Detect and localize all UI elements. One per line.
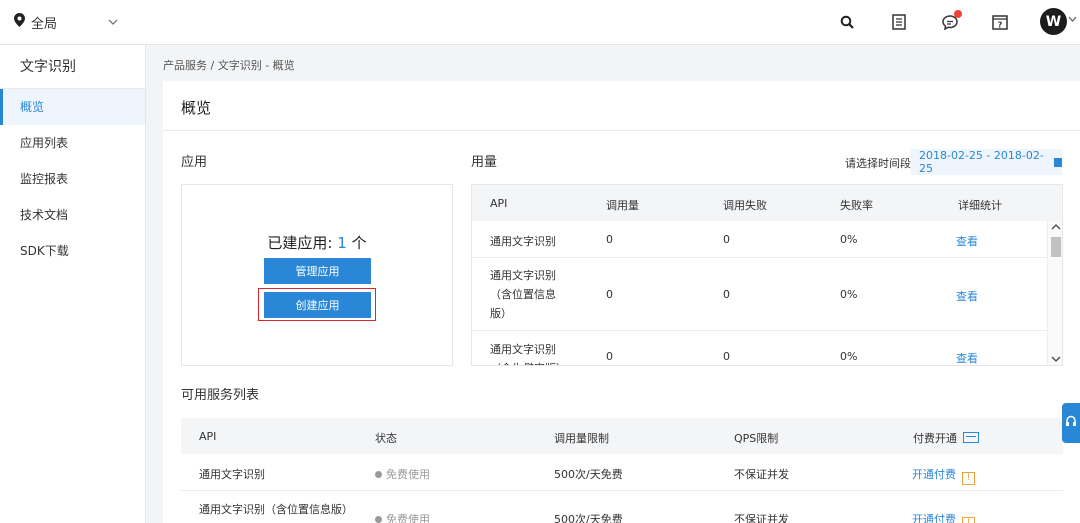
- avatar-chevron-down-icon[interactable]: [1068, 15, 1077, 26]
- avatar[interactable]: W: [1040, 8, 1067, 35]
- breadcrumb: 产品服务 / 文字识别 - 概览: [163, 59, 295, 72]
- sidebar: 文字识别 概览 应用列表 监控报表 技术文档 SDK下载: [0, 45, 146, 523]
- sidebar-item-tech-docs[interactable]: 技术文档: [0, 197, 145, 233]
- services-section-title: 可用服务列表: [181, 388, 260, 403]
- date-range-value: 2018-02-25 - 2018-02-25: [919, 149, 1044, 175]
- enable-payment-link[interactable]: 开通付费: [912, 468, 956, 481]
- service-row-api: 通用文字识别: [199, 468, 265, 481]
- usage-row-rate: 0%: [840, 288, 858, 301]
- service-row-pay: 开通付费!: [912, 511, 975, 523]
- services-col-status: 状态: [375, 432, 397, 445]
- payment-card-icon: [963, 432, 979, 443]
- usage-row-failed: 0: [723, 288, 730, 301]
- status-dot-icon: [375, 471, 382, 478]
- sidebar-item-overview[interactable]: 概览: [0, 89, 145, 125]
- services-table-header: API 状态 调用量限制 QPS限制 付费开通: [181, 418, 1063, 454]
- avatar-letter: W: [1045, 13, 1062, 30]
- usage-row-failed: 0: [723, 350, 730, 363]
- warning-icon[interactable]: !: [962, 517, 975, 523]
- services-col-limit: 调用量限制: [554, 432, 609, 445]
- date-range-label: 请选择时间段: [845, 157, 911, 170]
- usage-view-link[interactable]: 查看: [956, 350, 978, 365]
- apps-section-title: 应用: [181, 155, 208, 170]
- usage-view-link[interactable]: 查看: [956, 288, 978, 304]
- enable-payment-link[interactable]: 开通付费: [912, 513, 956, 523]
- service-row-status-text: 免费使用: [386, 513, 430, 523]
- search-icon[interactable]: [838, 13, 856, 31]
- usage-row-failed: 0: [723, 233, 730, 246]
- scroll-up-icon[interactable]: [1051, 223, 1061, 234]
- service-row-status-text: 免费使用: [386, 468, 430, 481]
- usage-row: 通用文字识别（含生僻字版） 0 0 0% 查看: [472, 331, 1047, 365]
- customer-service-tab[interactable]: [1062, 403, 1080, 443]
- usage-col-detail: 详细统计: [958, 199, 1002, 212]
- region-selector[interactable]: 全局: [14, 12, 124, 32]
- scroll-down-icon[interactable]: [1051, 355, 1061, 365]
- apps-panel: 已建应用: 1 个 管理应用 创建应用: [181, 184, 453, 366]
- service-row-status: 免费使用: [375, 466, 430, 482]
- usage-row-calls: 0: [606, 350, 613, 363]
- usage-scrollbar[interactable]: [1047, 221, 1062, 365]
- usage-table: API 调用量 调用失败 失败率 详细统计 通用文字识别 0 0 0% 查看 通…: [471, 184, 1063, 366]
- page-title: 概览: [181, 99, 212, 117]
- date-range-picker[interactable]: 2018-02-25 - 2018-02-25: [911, 149, 1062, 175]
- top-bar: 全局 ? W: [0, 0, 1080, 45]
- region-label: 全局: [31, 16, 58, 32]
- sidebar-item-sdk-download[interactable]: SDK下载: [0, 233, 145, 269]
- usage-row-api: 通用文字识别（含位置信息版）: [490, 269, 556, 320]
- app-count-suffix: 个: [346, 234, 367, 252]
- usage-row-calls: 0: [606, 233, 613, 246]
- usage-row: 通用文字识别 0 0 0% 查看: [472, 221, 1047, 258]
- location-pin-icon: [14, 13, 25, 31]
- divider: [163, 130, 1080, 131]
- services-col-qps: QPS限制: [734, 432, 779, 445]
- app-count-prefix: 已建应用:: [267, 234, 338, 252]
- services-col-api: API: [199, 430, 217, 443]
- service-row: 通用文字识别 免费使用 500次/天免费 不保证并发 开通付费!: [181, 454, 1063, 491]
- service-row-limit: 500次/天免费: [554, 468, 623, 481]
- usage-col-rate: 失败率: [840, 199, 873, 212]
- sidebar-title: 文字识别: [0, 45, 145, 89]
- scrollbar-thumb[interactable]: [1051, 237, 1061, 257]
- service-row-limit: 500次/天免费: [554, 513, 623, 523]
- service-row: 通用文字识别（含位置信息版） 免费使用 500次/天免费 不保证并发 开通付费!: [181, 491, 1063, 523]
- service-row-api: 通用文字识别（含位置信息版）: [199, 503, 353, 516]
- warning-icon[interactable]: !: [962, 472, 975, 485]
- chevron-down-icon: [108, 12, 118, 35]
- service-row-qps: 不保证并发: [734, 513, 789, 523]
- headset-icon: [1065, 414, 1077, 433]
- usage-row-api: 通用文字识别（含生僻字版）: [490, 343, 567, 365]
- usage-row-rate: 0%: [840, 233, 858, 246]
- manage-apps-button[interactable]: 管理应用: [264, 258, 371, 284]
- document-icon[interactable]: [890, 13, 908, 31]
- notification-dot: [954, 10, 962, 18]
- help-icon[interactable]: ?: [991, 13, 1009, 31]
- service-row-status: 免费使用: [375, 511, 430, 523]
- service-row-pay: 开通付费!: [912, 466, 975, 485]
- app-count-number: 1: [337, 234, 347, 252]
- usage-col-failed: 调用失败: [723, 199, 767, 212]
- service-row-qps: 不保证并发: [734, 468, 789, 481]
- usage-col-calls: 调用量: [606, 199, 639, 212]
- status-dot-icon: [375, 516, 382, 523]
- app-count-text: 已建应用: 1 个: [182, 232, 452, 253]
- overview-card: 概览 应用 已建应用: 1 个 管理应用 创建应用 用量 请选择时间段 2018…: [163, 81, 1080, 523]
- usage-section-title: 用量: [471, 155, 498, 170]
- usage-table-header: API 调用量 调用失败 失败率 详细统计: [472, 185, 1062, 221]
- services-col-pay: 付费开通: [913, 430, 979, 446]
- svg-text:?: ?: [998, 21, 1003, 30]
- usage-col-api: API: [490, 197, 508, 210]
- usage-row: 通用文字识别（含位置信息版） 0 0 0% 查看: [472, 258, 1047, 331]
- usage-row-calls: 0: [606, 288, 613, 301]
- usage-view-link[interactable]: 查看: [956, 233, 978, 249]
- usage-row-api: 通用文字识别: [490, 235, 556, 248]
- create-app-button[interactable]: 创建应用: [264, 292, 371, 318]
- services-col-pay-label: 付费开通: [913, 432, 957, 445]
- message-icon[interactable]: [941, 10, 962, 31]
- calendar-icon: [1053, 157, 1062, 167]
- sidebar-item-monitor-report[interactable]: 监控报表: [0, 161, 145, 197]
- sidebar-item-app-list[interactable]: 应用列表: [0, 125, 145, 161]
- usage-row-rate: 0%: [840, 350, 858, 363]
